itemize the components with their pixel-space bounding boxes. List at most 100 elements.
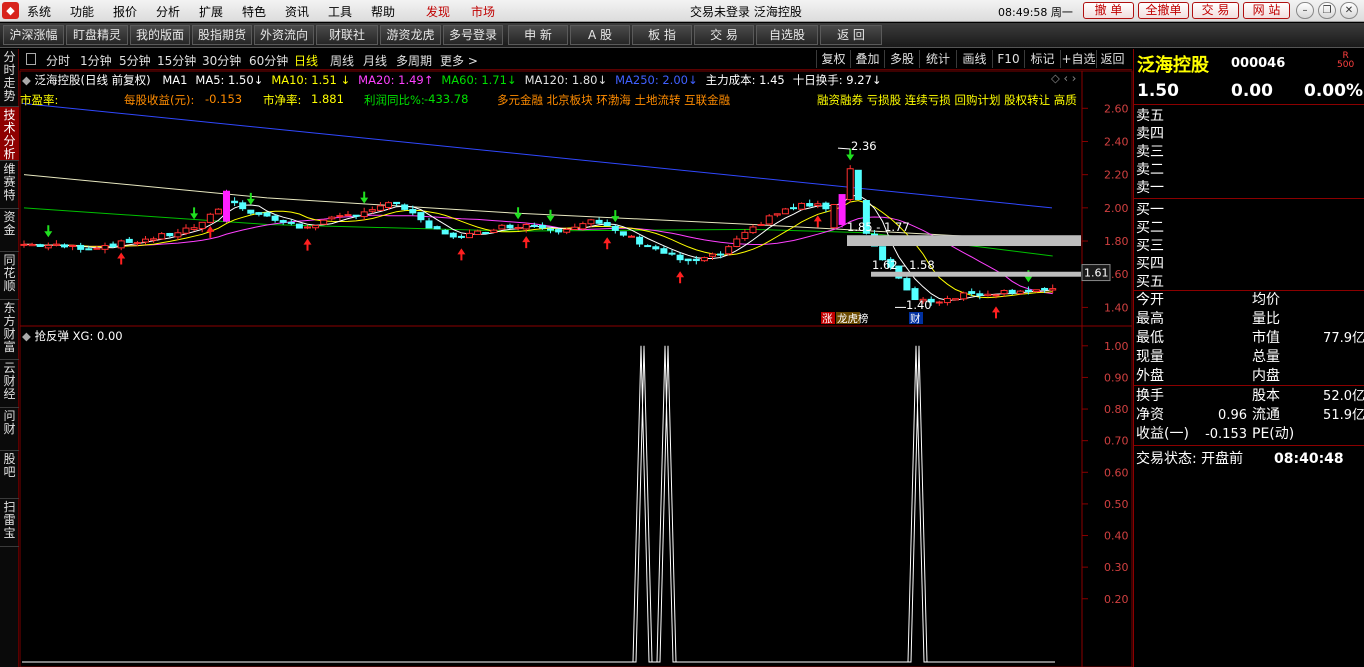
- candle-body: [968, 291, 976, 294]
- ma-legend-item: MA5: 1.50↓: [195, 73, 264, 87]
- stock-code: 000046: [1231, 56, 1286, 71]
- candle-body: [692, 258, 700, 262]
- candle-body: [20, 243, 28, 246]
- trade-button[interactable]: 交 易: [1192, 2, 1239, 19]
- candle-body: [790, 207, 797, 210]
- candle-body: [733, 238, 741, 248]
- restore-icon[interactable]: ❐: [1318, 2, 1336, 19]
- candle-body: [741, 231, 749, 240]
- stat-label: 股本: [1252, 388, 1280, 404]
- concept-tags[interactable]: 多元金融 北京板块 环渤海 土地流转 互联金融: [497, 92, 730, 108]
- stat-label: 市值: [1252, 330, 1280, 346]
- candle-body: [287, 221, 295, 224]
- candle-body: [530, 224, 538, 227]
- candle-body: [174, 232, 182, 238]
- close-icon[interactable]: ✕: [1340, 2, 1358, 19]
- ask-level: 卖一: [1136, 180, 1164, 196]
- candle-body: [652, 246, 660, 250]
- buy-arrow-icon: [117, 252, 126, 265]
- candle-body: [952, 298, 959, 301]
- candle-body: [255, 212, 263, 215]
- y-tick-label: 1.00: [1104, 340, 1129, 353]
- last-price: 1.50: [1137, 81, 1179, 101]
- candle-body: [538, 224, 546, 229]
- candle-body: [490, 229, 498, 233]
- sell-arrow-icon: [360, 191, 369, 204]
- candle-body: [239, 202, 247, 210]
- candle-body: [61, 244, 68, 248]
- candle-body: [1024, 289, 1032, 292]
- stat-label: 换手: [1136, 388, 1164, 404]
- profit-label: 利润同比%:: [364, 93, 425, 107]
- candle-body: [644, 245, 652, 248]
- resistance-zone: [871, 271, 1081, 277]
- candle-body: [514, 227, 522, 230]
- xg-signal-line: [22, 345, 1052, 663]
- candle-body: [830, 204, 838, 229]
- website-button[interactable]: 网 站: [1243, 2, 1290, 19]
- y-tick-label: 2.20: [1104, 169, 1129, 182]
- quote-panel: 泛海控股 000046 R 500 1.50 0.00 0.00% 卖五 卖四 卖三卖…: [1133, 49, 1364, 667]
- pb-label: 市净率:: [263, 93, 302, 107]
- bid-level: 买三: [1136, 238, 1164, 254]
- expand-icon[interactable]: ◇ ‹ ›: [1051, 71, 1076, 85]
- collapse-icon[interactable]: ◆: [22, 329, 31, 343]
- candle-body: [798, 202, 806, 210]
- buy-arrow-icon: [676, 271, 685, 284]
- candle-body: [846, 168, 854, 201]
- candle-body: [547, 228, 554, 231]
- ma10-line: [24, 200, 1053, 299]
- price-annotation: 2.36: [851, 139, 877, 153]
- candle-body: [781, 208, 789, 215]
- candle-body: [960, 292, 968, 300]
- stock-tags[interactable]: 融资融券 亏损股 连续亏损 回购计划 股权转让 高质: [817, 92, 1077, 108]
- candle-body: [976, 293, 984, 296]
- event-badge-text[interactable]: 涨: [822, 313, 833, 325]
- candle-body: [125, 238, 133, 243]
- candle-body: [77, 244, 85, 250]
- candle-body: [385, 202, 392, 208]
- eps-label: 每股收益(元):: [124, 93, 195, 107]
- candle-body: [506, 224, 514, 229]
- candle-body: [563, 228, 571, 233]
- indicator-legend: ◆ 抢反弹 XG: 0.00: [22, 329, 123, 343]
- candle-body: [854, 169, 862, 200]
- candle-body: [190, 227, 198, 230]
- ma-legend-item: MA20: 1.49↑: [358, 73, 434, 87]
- candle-body: [806, 203, 814, 207]
- eps-value: -0.153: [205, 92, 243, 106]
- price-change-pct: 0.00%: [1304, 81, 1363, 101]
- ma-legend-item: 十日换手: 9.27↓: [792, 73, 882, 87]
- ma-legend-item: MA60: 1.71↓: [441, 73, 517, 87]
- candle-body: [271, 215, 279, 221]
- candle-body: [409, 209, 417, 214]
- candle-body: [814, 203, 822, 206]
- buy-arrow-icon: [457, 248, 466, 261]
- candle-body: [684, 258, 692, 262]
- candle-body: [838, 194, 846, 225]
- candle-body: [133, 242, 141, 245]
- price-annotation: 1.62 - 1.58: [872, 258, 935, 272]
- event-badge-text[interactable]: 财: [910, 312, 921, 325]
- candle-body: [28, 243, 36, 247]
- candle-body: [247, 209, 255, 214]
- candle-body: [166, 232, 174, 237]
- candle-body: [1049, 288, 1057, 291]
- event-badge-text[interactable]: 龙虎榜: [837, 312, 869, 325]
- pb-value: 1.881: [311, 92, 344, 106]
- y-tick-label: 0.50: [1104, 498, 1129, 511]
- collapse-icon[interactable]: ◆: [22, 73, 31, 87]
- y-tick-label: 0.80: [1104, 403, 1129, 416]
- buy-arrow-icon: [522, 236, 531, 249]
- candle-body: [571, 226, 579, 230]
- y-tick-label: 0.90: [1104, 371, 1129, 384]
- ma250-line: [21, 102, 1053, 209]
- candle-body: [425, 220, 433, 229]
- stat-label: 总量: [1252, 349, 1280, 365]
- minimize-icon[interactable]: –: [1296, 2, 1314, 19]
- candle-body: [433, 226, 441, 230]
- cancel-all-button[interactable]: 全撤单: [1138, 2, 1189, 19]
- bid-level: 买二: [1136, 220, 1164, 236]
- candle-body: [223, 190, 230, 222]
- ma-legend-item: MA120: 1.80↓: [524, 73, 608, 87]
